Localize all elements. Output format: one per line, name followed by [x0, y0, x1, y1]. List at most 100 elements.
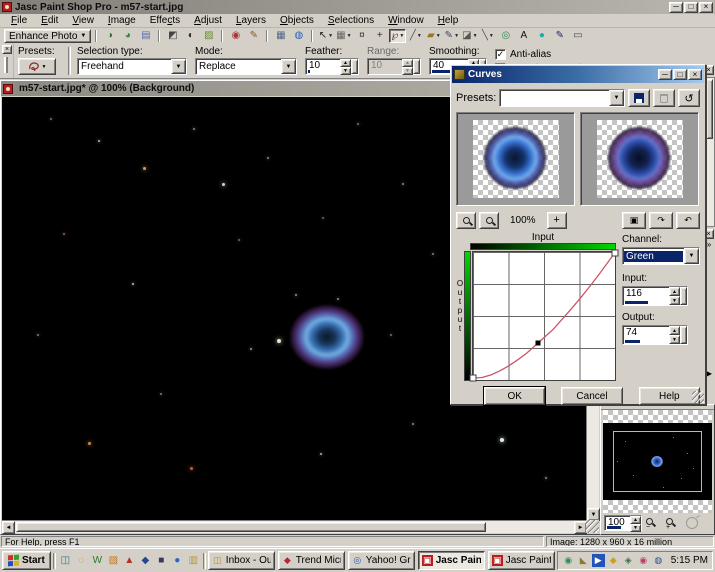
- menu-effects[interactable]: Effects: [143, 14, 187, 27]
- palette-scroll-thumb[interactable]: [706, 79, 713, 139]
- close-icon[interactable]: ×: [2, 45, 12, 54]
- tone-curve[interactable]: [473, 252, 615, 380]
- ok-button[interactable]: OK: [484, 387, 545, 405]
- menu-layers[interactable]: Layers: [229, 14, 273, 27]
- update-tray-icon[interactable]: ◈: [622, 554, 635, 567]
- media-player-tray-icon[interactable]: ▶: [592, 554, 605, 567]
- menu-file[interactable]: File: [4, 14, 34, 27]
- selection-type-combobox[interactable]: Freehand ▼: [77, 58, 187, 75]
- zoom-out-button[interactable]: −: [646, 516, 662, 530]
- messenger-tray-icon[interactable]: ◆: [607, 554, 620, 567]
- search-icon[interactable]: ◌: [74, 553, 89, 569]
- notes-icon[interactable]: ■: [154, 553, 169, 569]
- spin-down-icon[interactable]: ▼: [630, 524, 641, 532]
- curves-titlebar[interactable]: Curves ─ □ ×: [452, 66, 704, 83]
- horizontal-scroll-thumb[interactable]: [16, 522, 486, 532]
- channel-combobox[interactable]: Green ▼: [622, 247, 700, 265]
- volume-tray-icon[interactable]: ◣: [577, 554, 590, 567]
- spin-down-icon[interactable]: ▼: [669, 296, 680, 305]
- input-spinbox[interactable]: 116 ▲ ▼: [622, 286, 688, 306]
- curve-low-handle[interactable]: [470, 374, 477, 381]
- photo-fix-dialog-icon[interactable]: ▤: [137, 29, 154, 43]
- curves-presets-combobox[interactable]: ▼: [499, 89, 625, 107]
- smart-photo-fix-icon[interactable]: ◕: [119, 29, 136, 43]
- antivirus-tray-icon[interactable]: ◉: [562, 554, 575, 567]
- web-browser-icon[interactable]: ◍: [290, 29, 307, 43]
- menu-selections[interactable]: Selections: [321, 14, 381, 27]
- task-button[interactable]: ◫Inbox - Outlo...: [208, 551, 275, 570]
- help-button[interactable]: Help: [639, 387, 700, 405]
- chevron-down-icon[interactable]: ▼: [609, 90, 624, 106]
- curve-high-handle[interactable]: [612, 249, 619, 256]
- picture-tube-icon[interactable]: ◎: [497, 29, 514, 43]
- chevron-down-icon[interactable]: ▼: [684, 248, 699, 264]
- reset-preset-button[interactable]: ↺: [678, 89, 700, 107]
- paint-brush-icon[interactable]: ✎▼: [443, 29, 460, 43]
- preset-shape-icon[interactable]: ●: [533, 29, 550, 43]
- spin-up-icon[interactable]: ▲: [340, 59, 351, 67]
- clone-brush-icon[interactable]: ◪▼: [461, 29, 478, 43]
- word-icon[interactable]: W: [90, 553, 105, 569]
- menu-help[interactable]: Help: [431, 14, 466, 27]
- selection-tool-icon[interactable]: ℘▼: [389, 29, 406, 43]
- pen-tool-icon[interactable]: ✎: [551, 29, 568, 43]
- slider-popup-button[interactable]: [680, 326, 687, 344]
- overview-zoom-spinbox[interactable]: 100 ▲ ▼: [604, 515, 642, 531]
- color-replacer-icon[interactable]: ▰▼: [425, 29, 442, 43]
- antialias-checkbox[interactable]: ✓: [495, 49, 506, 60]
- image-information-icon[interactable]: ▦: [272, 29, 289, 43]
- scanner-tray-icon[interactable]: ◉: [637, 554, 650, 567]
- pan-tool-icon[interactable]: ↖▼: [317, 29, 334, 43]
- spin-up-icon[interactable]: ▲: [669, 287, 680, 296]
- makeover-icon[interactable]: ✎: [245, 29, 262, 43]
- navigate-button[interactable]: +: [547, 212, 567, 229]
- enhance-photo-button[interactable]: Enhance Photo ▼: [4, 29, 91, 43]
- one-step-photo-fix-icon[interactable]: ◑: [101, 29, 118, 43]
- slider-popup-button[interactable]: [351, 59, 358, 74]
- scroll-left-icon[interactable]: ◄: [2, 521, 15, 534]
- menu-view[interactable]: View: [65, 14, 101, 27]
- task-button[interactable]: ◆Trend Micro In...: [278, 551, 345, 570]
- spin-up-icon[interactable]: ▲: [630, 516, 641, 524]
- internet-icon[interactable]: ●: [170, 553, 185, 569]
- dialog-resize-grip[interactable]: [692, 391, 704, 403]
- maximize-button[interactable]: □: [673, 69, 687, 80]
- minimize-button[interactable]: ─: [658, 69, 672, 80]
- drag-handle[interactable]: [4, 57, 8, 73]
- output-spinbox[interactable]: 74 ▲ ▼: [622, 325, 688, 345]
- options-bar-handle[interactable]: ×: [0, 44, 14, 78]
- crop-tool-icon[interactable]: ¤: [353, 29, 370, 43]
- overview-settings-icon[interactable]: [686, 517, 698, 529]
- start-button[interactable]: Start: [2, 551, 51, 570]
- object-selector-icon[interactable]: ▭: [569, 29, 586, 43]
- media-icon[interactable]: ▲: [122, 553, 137, 569]
- network-tray-icon[interactable]: ◍: [652, 554, 665, 567]
- chevron-down-icon[interactable]: ▼: [281, 59, 296, 74]
- task-button[interactable]: ◎Yahoo! Group...: [348, 551, 415, 570]
- mail-icon[interactable]: ◆: [138, 553, 153, 569]
- presets-button[interactable]: ▼: [18, 58, 56, 75]
- feather-spinbox[interactable]: 10 ▲ ▼: [305, 58, 359, 75]
- task-button[interactable]: ▣Jasc Paint Sho...: [488, 551, 555, 570]
- zoom-in-button[interactable]: +: [666, 516, 682, 530]
- horizontal-scrollbar[interactable]: ◄ ►: [2, 520, 587, 533]
- close-button[interactable]: ×: [699, 2, 713, 13]
- curve-grid[interactable]: [472, 251, 616, 381]
- spin-up-icon[interactable]: ▲: [669, 326, 680, 335]
- curve-active-point[interactable]: [535, 340, 540, 345]
- auto-proof-button[interactable]: ↷: [649, 212, 673, 229]
- text-tool-icon[interactable]: A: [515, 29, 532, 43]
- overview-thumbnail[interactable]: [603, 423, 712, 500]
- close-button[interactable]: ×: [688, 69, 702, 80]
- spin-down-icon[interactable]: ▼: [340, 67, 351, 75]
- fill-flash-icon[interactable]: ▨: [200, 29, 217, 43]
- antialias-checkbox-row[interactable]: ✓ Anti-alias: [495, 47, 581, 61]
- menu-edit[interactable]: Edit: [34, 14, 65, 27]
- chart-icon[interactable]: ▥: [186, 553, 201, 569]
- mode-combobox[interactable]: Replace ▼: [195, 58, 297, 75]
- menu-window[interactable]: Window: [381, 14, 431, 27]
- preview-on-image-button[interactable]: ▣: [622, 212, 646, 229]
- zoom-out-button[interactable]: [456, 212, 476, 229]
- proof-button[interactable]: ↶: [676, 212, 700, 229]
- contrast-icon[interactable]: ◐: [182, 29, 199, 43]
